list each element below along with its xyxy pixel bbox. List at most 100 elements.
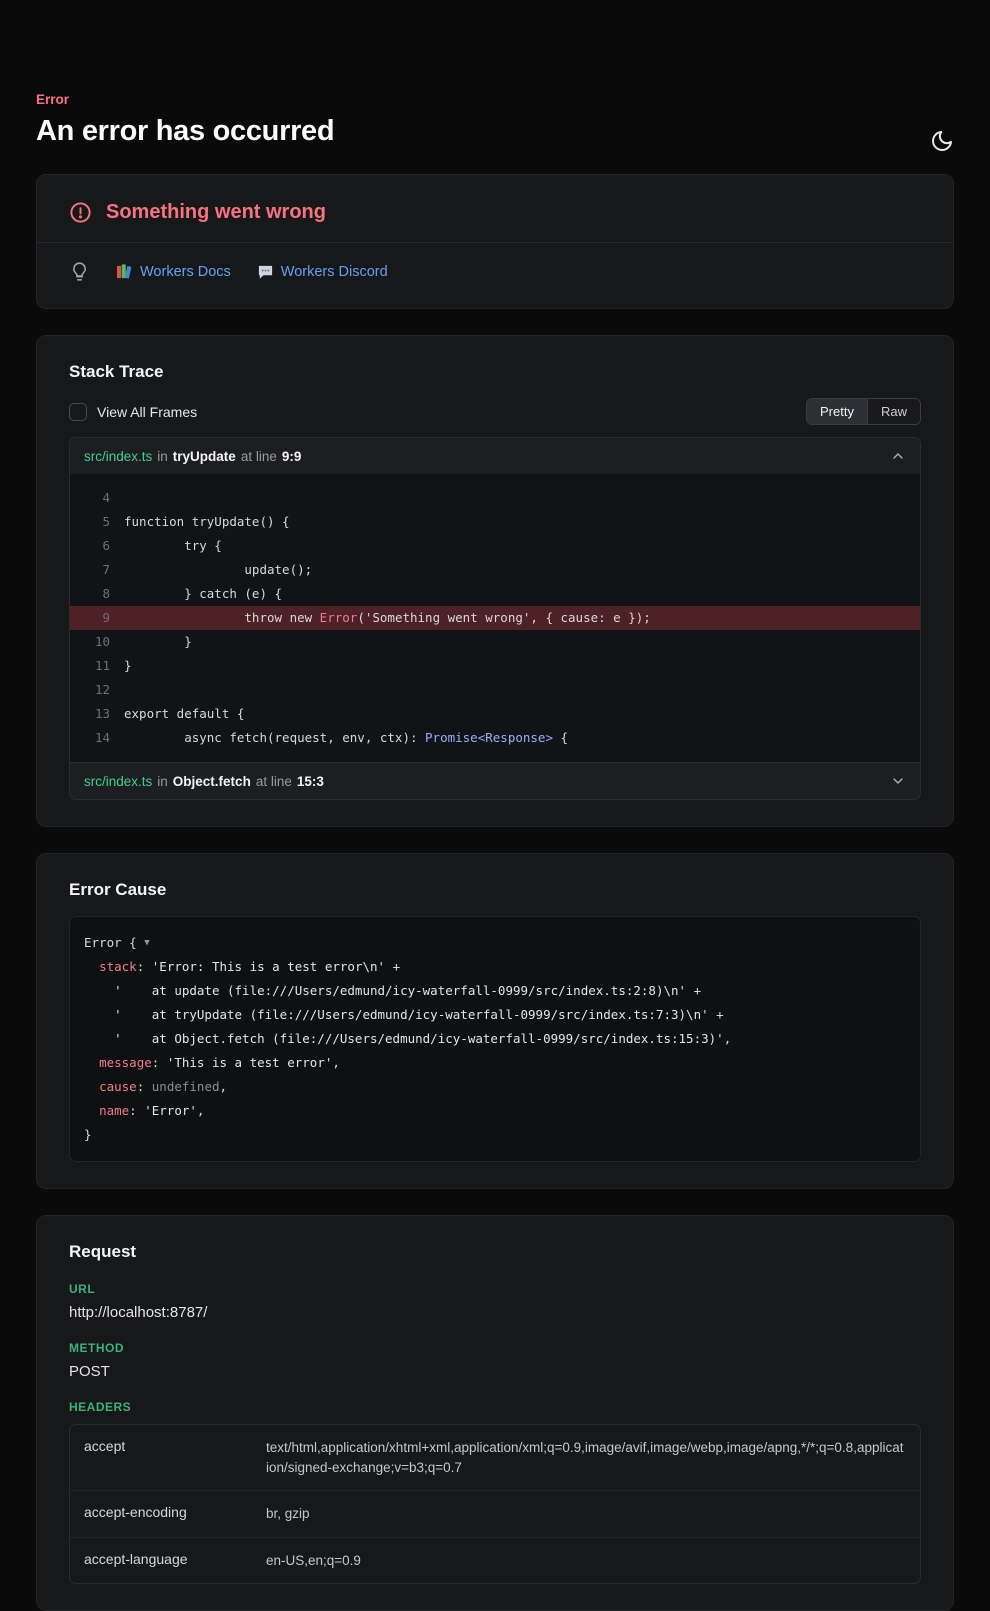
lightbulb-icon	[69, 261, 90, 282]
header-name: accept	[70, 1425, 266, 1490]
line-code: function tryUpdate() {	[124, 510, 290, 534]
method-label: METHOD	[69, 1341, 921, 1355]
alert-title: Something went wrong	[106, 201, 326, 224]
line-number: 14	[70, 726, 110, 750]
code-token: ('Something went wrong', { cause: e });	[357, 610, 651, 625]
page-container: Error An error has occurred Something we…	[0, 92, 990, 1611]
code-token: Promise<Response>	[425, 730, 553, 745]
speech-bubble-icon	[257, 263, 274, 280]
alert-head: Something went wrong	[69, 201, 921, 224]
code-token: {	[553, 730, 568, 745]
code-token: export default {	[124, 706, 244, 721]
cause-line: ' at tryUpdate (file:///Users/edmund/icy…	[84, 1003, 906, 1027]
request-panel: Request URL http://localhost:8787/ METHO…	[36, 1215, 954, 1611]
code-token: update();	[124, 562, 312, 577]
line-code: export default {	[124, 702, 244, 726]
frame-function: Object.fetch	[173, 774, 251, 789]
cause-line: name: 'Error',	[84, 1099, 906, 1123]
code-token	[84, 1031, 114, 1046]
error-cause-code-block: Error { ▼ stack: 'Error: This is a test …	[69, 916, 921, 1162]
code-token: }	[124, 634, 192, 649]
theme-toggle-button[interactable]	[930, 128, 956, 154]
code-line-highlighted: 9 throw new Error('Something went wrong'…	[70, 606, 920, 630]
cause-line: cause: undefined,	[84, 1075, 906, 1099]
code-line: 5 function tryUpdate() {	[70, 510, 920, 534]
workers-discord-link[interactable]: Workers Discord	[257, 263, 388, 280]
method-value: POST	[69, 1363, 921, 1380]
header-name: accept-language	[70, 1538, 266, 1584]
header-name: accept-encoding	[70, 1491, 266, 1537]
chevron-up-icon	[890, 448, 906, 464]
checkbox-box[interactable]	[69, 403, 87, 421]
code-line: 12	[70, 678, 920, 702]
error-cause-title: Error Cause	[69, 880, 921, 900]
frame-file: src/index.ts	[84, 449, 152, 464]
code-token: message	[99, 1055, 152, 1070]
frame-file: src/index.ts	[84, 774, 152, 789]
code-token: 'Error'	[144, 1103, 197, 1118]
line-code: }	[124, 630, 192, 654]
line-code: async fetch(request, env, ctx): Promise<…	[124, 726, 568, 750]
code-token: try {	[124, 538, 222, 553]
code-token: }	[84, 1127, 92, 1142]
code-line: 7 update();	[70, 558, 920, 582]
code-token: ,	[724, 1031, 732, 1046]
code-token	[84, 1055, 99, 1070]
cause-line: Error { ▼	[84, 931, 906, 955]
stack-trace-toolbar: View All Frames Pretty Raw	[69, 398, 921, 425]
code-token: throw new	[124, 610, 320, 625]
line-number: 6	[70, 534, 110, 558]
line-number: 5	[70, 510, 110, 534]
frame-at-word: at line	[256, 774, 292, 789]
code-token: Error {	[84, 935, 144, 950]
stack-frame: src/index.ts in tryUpdate at line 9:9 45…	[69, 437, 921, 800]
stack-trace-title: Stack Trace	[69, 362, 921, 382]
cause-line: message: 'This is a test error',	[84, 1051, 906, 1075]
code-token: undefined	[152, 1079, 220, 1094]
view-all-frames-label: View All Frames	[97, 404, 197, 420]
frame-function: tryUpdate	[173, 449, 236, 464]
code-token	[84, 983, 114, 998]
divider	[37, 242, 953, 243]
line-number: 10	[70, 630, 110, 654]
url-label: URL	[69, 1282, 921, 1296]
pretty-button[interactable]: Pretty	[807, 399, 867, 424]
frame-footer[interactable]: src/index.ts in Object.fetch at line 15:…	[70, 762, 920, 799]
workers-docs-link[interactable]: Workers Docs	[116, 263, 231, 280]
stack-trace-panel: Stack Trace View All Frames Pretty Raw s…	[36, 335, 954, 827]
header-row: accept-languageen-US,en;q=0.9	[70, 1537, 920, 1584]
raw-button[interactable]: Raw	[867, 399, 920, 424]
code-line: 10 }	[70, 630, 920, 654]
header-row: accepttext/html,application/xhtml+xml,ap…	[70, 1425, 920, 1490]
code-token: }	[124, 658, 132, 673]
line-number: 13	[70, 702, 110, 726]
code-token: cause	[99, 1079, 137, 1094]
request-title: Request	[69, 1242, 921, 1262]
chevron-down-icon	[890, 773, 906, 789]
code-token: +	[709, 1007, 724, 1022]
code-token: +	[385, 959, 400, 974]
cause-line: ' at Object.fetch (file:///Users/edmund/…	[84, 1027, 906, 1051]
code-token	[84, 1079, 99, 1094]
url-value: http://localhost:8787/	[69, 1304, 921, 1321]
frame-at-word: at line	[241, 449, 277, 464]
frame-header[interactable]: src/index.ts in tryUpdate at line 9:9	[70, 438, 920, 474]
code-token: ,	[220, 1079, 228, 1094]
line-number: 7	[70, 558, 110, 582]
code-line: 11}	[70, 654, 920, 678]
cause-line: stack: 'Error: This is a test error\n' +	[84, 955, 906, 979]
moon-icon	[930, 129, 956, 153]
code-token: :	[152, 1055, 167, 1070]
workers-discord-label: Workers Discord	[281, 264, 388, 280]
line-number: 4	[70, 486, 110, 510]
view-all-frames-checkbox[interactable]: View All Frames	[69, 403, 197, 421]
pretty-raw-toggle: Pretty Raw	[806, 398, 921, 425]
page-title: An error has occurred	[36, 115, 954, 148]
code-token: ▼	[144, 938, 149, 948]
code-line: 6 try {	[70, 534, 920, 558]
line-number: 11	[70, 654, 110, 678]
books-icon	[116, 263, 133, 280]
error-cause-panel: Error Cause Error { ▼ stack: 'Error: Thi…	[36, 853, 954, 1189]
header-value: br, gzip	[266, 1491, 324, 1537]
frame-line: 9:9	[282, 449, 302, 464]
